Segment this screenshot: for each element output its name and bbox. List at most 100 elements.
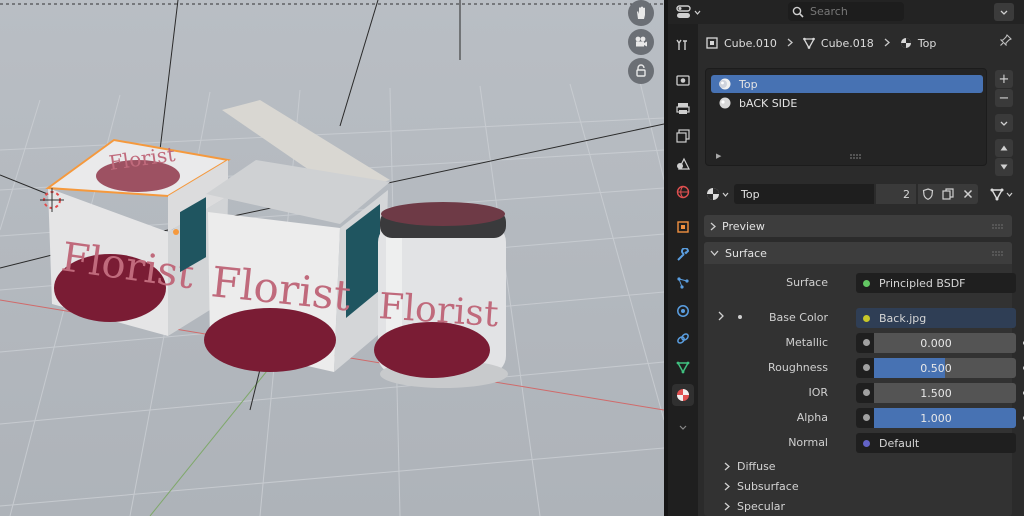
browse-material-button[interactable] xyxy=(704,184,734,204)
surface-shader-field[interactable]: Principled BSDF xyxy=(856,273,1016,293)
float-socket-icon xyxy=(863,364,870,371)
chevron-down-icon xyxy=(694,10,701,15)
chevron-right-icon xyxy=(884,37,890,50)
pin-icon[interactable] xyxy=(999,34,1012,49)
tab-tool[interactable] xyxy=(672,34,694,56)
preview-panel-header[interactable]: Preview xyxy=(704,215,1012,237)
material-slot-list[interactable]: Top bACK SIDE ▶ xyxy=(705,68,987,166)
tab-material[interactable] xyxy=(672,384,694,406)
remove-slot-button[interactable]: − xyxy=(995,89,1013,107)
output-icon xyxy=(676,103,690,114)
chevron-right-icon xyxy=(787,37,793,50)
jar: Florist xyxy=(374,202,508,388)
shader-socket-icon xyxy=(863,279,870,287)
move-slot-up-button[interactable] xyxy=(995,139,1013,157)
properties-icon xyxy=(676,5,691,18)
tab-world[interactable] xyxy=(672,181,694,203)
ior-label: IOR xyxy=(808,386,828,399)
surface-value: Principled BSDF xyxy=(879,276,966,290)
options-dropdown[interactable] xyxy=(994,3,1014,21)
lock-icon[interactable] xyxy=(628,58,654,84)
tab-object[interactable] xyxy=(672,216,694,238)
float-socket-icon xyxy=(863,389,870,396)
tab-particles[interactable] xyxy=(672,272,694,294)
material-properties: Cube.010 Cube.018 Top Top bACK SIDE ▶ + … xyxy=(698,24,1024,516)
slot-label: bACK SIDE xyxy=(739,96,798,110)
diffuse-subpanel[interactable]: Diffuse xyxy=(724,458,776,474)
fake-user-icon[interactable] xyxy=(918,184,938,204)
subsurface-subpanel[interactable]: Subsurface xyxy=(724,478,799,494)
tab-render[interactable] xyxy=(672,69,694,91)
alpha-slider[interactable]: 1.000 xyxy=(856,408,1016,428)
chevron-down-icon[interactable] xyxy=(679,420,687,433)
editor-type-button[interactable] xyxy=(676,3,708,21)
hand-icon[interactable] xyxy=(628,0,654,26)
move-slot-down-button[interactable] xyxy=(995,158,1013,176)
breadcrumb-object: Cube.010 xyxy=(724,36,777,50)
material-users-count[interactable]: 2 xyxy=(876,184,916,204)
breadcrumb: Cube.010 Cube.018 Top xyxy=(706,34,936,52)
properties-header: Search xyxy=(668,0,1024,24)
panel-grip-icon[interactable] xyxy=(992,224,1004,229)
render-icon xyxy=(676,75,690,86)
roughness-label: Roughness xyxy=(767,361,828,374)
chevron-down-icon xyxy=(722,192,729,197)
material-sphere-icon xyxy=(719,97,731,109)
chevron-right-icon xyxy=(724,482,730,490)
slot-label: Top xyxy=(739,77,758,91)
surface-label: Surface xyxy=(786,276,828,289)
camera-icon[interactable] xyxy=(628,29,654,55)
slot-specials-button[interactable] xyxy=(995,114,1013,132)
scene-canvas: Florist Florist Florist Florist xyxy=(0,0,664,516)
normal-value: Default xyxy=(879,436,920,450)
constraints-icon xyxy=(677,333,689,344)
add-slot-button[interactable]: + xyxy=(995,70,1013,88)
chevron-down-icon xyxy=(1000,121,1008,126)
subpanel-label: Diffuse xyxy=(737,459,776,473)
search-input[interactable]: Search xyxy=(788,2,904,21)
duplicate-icon[interactable] xyxy=(938,184,958,204)
tool-icon xyxy=(676,39,687,50)
modifier-icon xyxy=(677,248,690,261)
view-layer-icon xyxy=(676,129,690,143)
link-data-button[interactable] xyxy=(990,184,1020,204)
object-icon xyxy=(706,37,718,49)
list-resize-grip-icon[interactable] xyxy=(849,153,863,159)
tab-output[interactable] xyxy=(672,97,694,119)
roughness-slider[interactable]: 0.500 xyxy=(856,358,1016,378)
3d-viewport[interactable]: Florist Florist Florist Florist xyxy=(0,0,664,516)
metallic-value: 0.000 xyxy=(920,336,952,350)
material-name-field[interactable]: Top xyxy=(734,184,874,204)
metallic-slider[interactable]: 0.000 xyxy=(856,333,1016,353)
object-icon xyxy=(677,221,689,233)
base-color-field[interactable]: Back.jpg xyxy=(856,308,1016,328)
chevron-down-icon xyxy=(1006,192,1013,197)
box-left: Florist Florist xyxy=(45,138,231,336)
tab-view-layer[interactable] xyxy=(672,125,694,147)
search-placeholder: Search xyxy=(810,5,848,18)
material-sphere-icon xyxy=(719,78,731,90)
panel-grip-icon[interactable] xyxy=(992,251,1004,256)
tab-data[interactable] xyxy=(672,356,694,378)
tab-scene[interactable] xyxy=(672,153,694,175)
breadcrumb-material: Top xyxy=(917,36,937,50)
unlink-close-icon[interactable] xyxy=(958,184,978,204)
ior-slider[interactable]: 1.500 xyxy=(856,383,1016,403)
triangle-down-icon xyxy=(1000,164,1008,170)
normal-field[interactable]: Default xyxy=(856,433,1016,453)
specular-subpanel[interactable]: Specular xyxy=(724,498,785,514)
tab-physics[interactable] xyxy=(672,300,694,322)
surface-panel-header[interactable]: Surface xyxy=(704,242,1012,264)
preview-panel-title: Preview xyxy=(722,219,765,233)
material-slot-top[interactable]: Top xyxy=(711,75,983,93)
material-slot-back-side[interactable]: bACK SIDE xyxy=(711,94,983,112)
metallic-label: Metallic xyxy=(785,336,828,349)
properties-tabs xyxy=(668,24,698,516)
normal-label: Normal xyxy=(788,436,828,449)
expand-filter-icon[interactable]: ▶ xyxy=(716,152,721,160)
tab-constraints[interactable] xyxy=(672,328,694,350)
float-socket-icon xyxy=(863,339,870,346)
tab-modifiers[interactable] xyxy=(672,244,694,266)
particles-icon xyxy=(677,277,689,289)
mesh-icon xyxy=(802,37,815,49)
